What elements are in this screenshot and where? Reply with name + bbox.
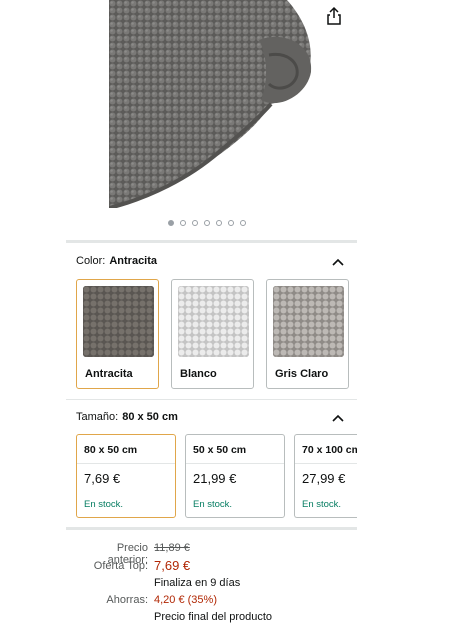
size-option-70x100[interactable]: 70 x 100 cm 27,99 € En stock. <box>294 434 357 518</box>
savings-value: 4,20 € (35%) <box>154 594 217 606</box>
color-option-gris-claro[interactable]: Gris Claro <box>266 279 349 389</box>
chevron-up-icon[interactable] <box>331 410 345 422</box>
color-option-antracita[interactable]: Antracita <box>76 279 159 389</box>
swatch-thumbnail <box>83 286 154 357</box>
color-label: Color: <box>76 255 106 267</box>
previous-price-value: 11,89 € <box>154 542 190 554</box>
carousel-dot[interactable] <box>204 220 210 226</box>
size-option-label: 50 x 50 cm <box>193 444 247 456</box>
size-option-price: 21,99 € <box>193 471 237 486</box>
carousel-dot[interactable] <box>240 220 246 226</box>
carousel-dot[interactable] <box>228 220 234 226</box>
color-selected-value: Antracita <box>109 255 158 267</box>
product-image[interactable] <box>109 0 315 208</box>
size-option-stock: En stock. <box>193 499 233 510</box>
offer-price-value: 7,69 € <box>154 558 191 573</box>
card-divider <box>186 463 284 464</box>
color-option-label: Gris Claro <box>275 368 329 380</box>
size-option-stock: En stock. <box>84 499 124 510</box>
color-option-blanco[interactable]: Blanco <box>171 279 254 389</box>
carousel-dot[interactable] <box>168 220 174 226</box>
share-icon[interactable] <box>324 6 344 26</box>
size-option-label: 70 x 100 cm <box>302 444 357 456</box>
color-selector-header[interactable]: Color: Antracita <box>76 255 157 267</box>
swatch-thumbnail <box>178 286 249 357</box>
savings-label: Ahorras: <box>106 594 148 606</box>
card-divider <box>77 463 175 464</box>
size-option-80x50[interactable]: 80 x 50 cm 7,69 € En stock. <box>76 434 176 518</box>
size-selector-header[interactable]: Tamaño: 80 x 50 cm <box>76 411 178 423</box>
carousel-dot[interactable] <box>180 220 186 226</box>
offer-ends-text: Finaliza en 9 días <box>154 577 241 589</box>
size-label: Tamaño: <box>76 411 119 423</box>
image-carousel-dots <box>168 220 246 226</box>
section-divider <box>66 399 357 400</box>
carousel-dot[interactable] <box>192 220 198 226</box>
size-selected-value: 80 x 50 cm <box>122 411 178 423</box>
color-option-label: Antracita <box>85 368 133 380</box>
swatch-thumbnail <box>273 286 344 357</box>
size-option-50x50[interactable]: 50 x 50 cm 21,99 € En stock. <box>185 434 285 518</box>
offer-label: Oferta Top: <box>93 560 148 572</box>
final-price-note: Precio final del producto <box>154 611 273 623</box>
section-divider <box>66 240 357 243</box>
size-option-price: 27,99 € <box>302 471 346 486</box>
carousel-dot[interactable] <box>216 220 222 226</box>
size-option-label: 80 x 50 cm <box>84 444 138 456</box>
chevron-up-icon[interactable] <box>331 254 345 266</box>
size-option-price: 7,69 € <box>84 471 121 486</box>
size-option-stock: En stock. <box>302 499 342 510</box>
section-divider <box>66 527 357 530</box>
card-divider <box>295 463 357 464</box>
color-option-label: Blanco <box>180 368 217 380</box>
bath-mat-image <box>109 0 312 208</box>
